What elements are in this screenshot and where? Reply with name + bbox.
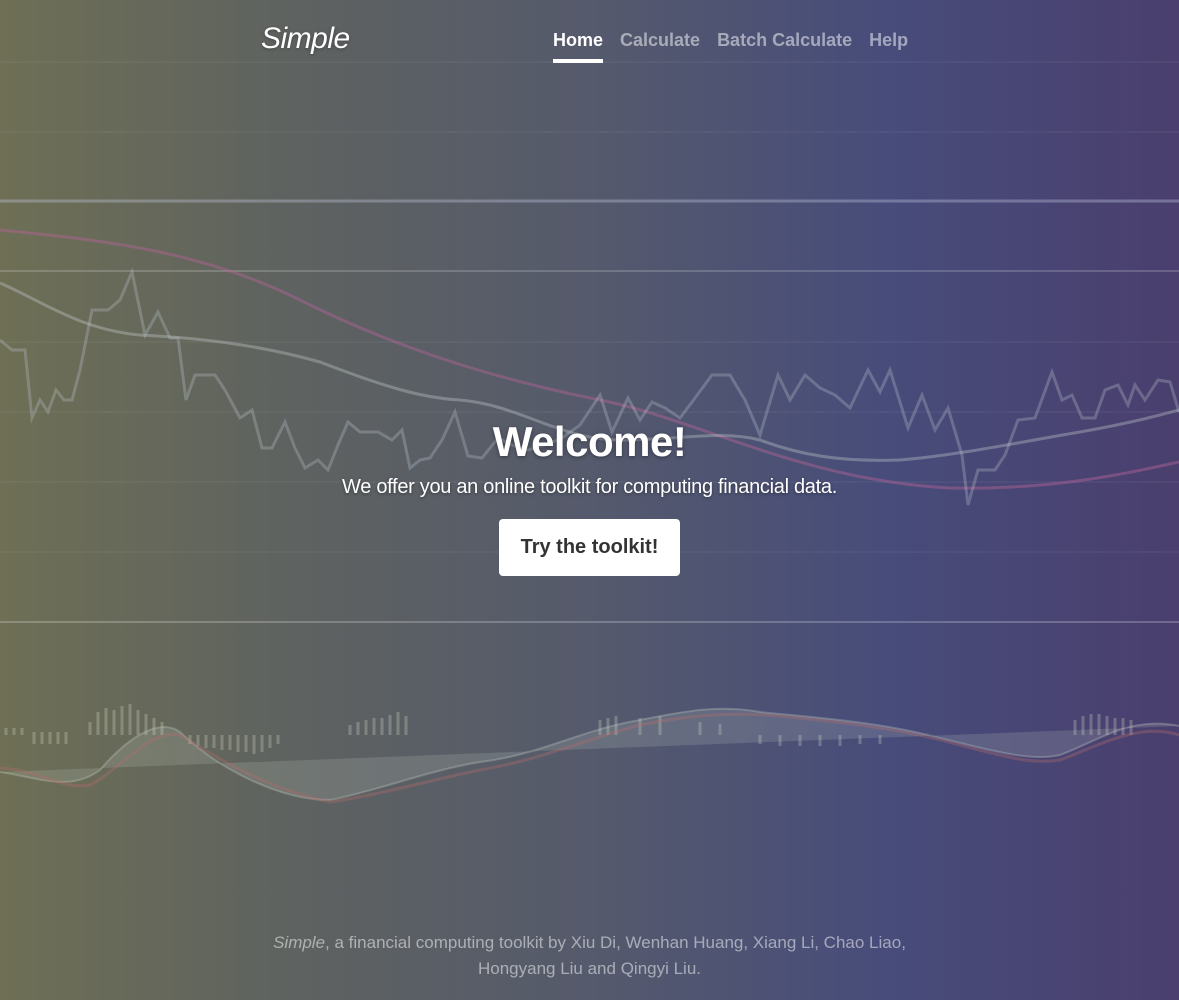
nav-link-batch-calculate[interactable]: Batch Calculate	[717, 30, 852, 63]
site-footer: Simple, a financial computing toolkit by…	[0, 930, 1179, 982]
footer-brand: Simple	[273, 933, 326, 952]
brand-logo[interactable]: Simple	[261, 22, 350, 56]
main-nav: Home Calculate Batch Calculate Help	[553, 30, 908, 63]
hero-subtitle: We offer you an online toolkit for compu…	[342, 476, 837, 498]
hero-section: Welcome! We offer you an online toolkit …	[0, 418, 1179, 576]
try-toolkit-button[interactable]: Try the toolkit!	[498, 519, 681, 576]
site-header: Simple Home Calculate Batch Calculate He…	[0, 0, 1179, 80]
nav-link-home[interactable]: Home	[553, 30, 604, 63]
nav-link-calculate[interactable]: Calculate	[620, 30, 700, 63]
footer-text: , a financial computing toolkit by Xiu D…	[325, 933, 906, 978]
footer-credits: Simple, a financial computing toolkit by…	[260, 930, 920, 982]
hero-title: Welcome!	[492, 418, 687, 465]
nav-link-help[interactable]: Help	[869, 30, 908, 63]
